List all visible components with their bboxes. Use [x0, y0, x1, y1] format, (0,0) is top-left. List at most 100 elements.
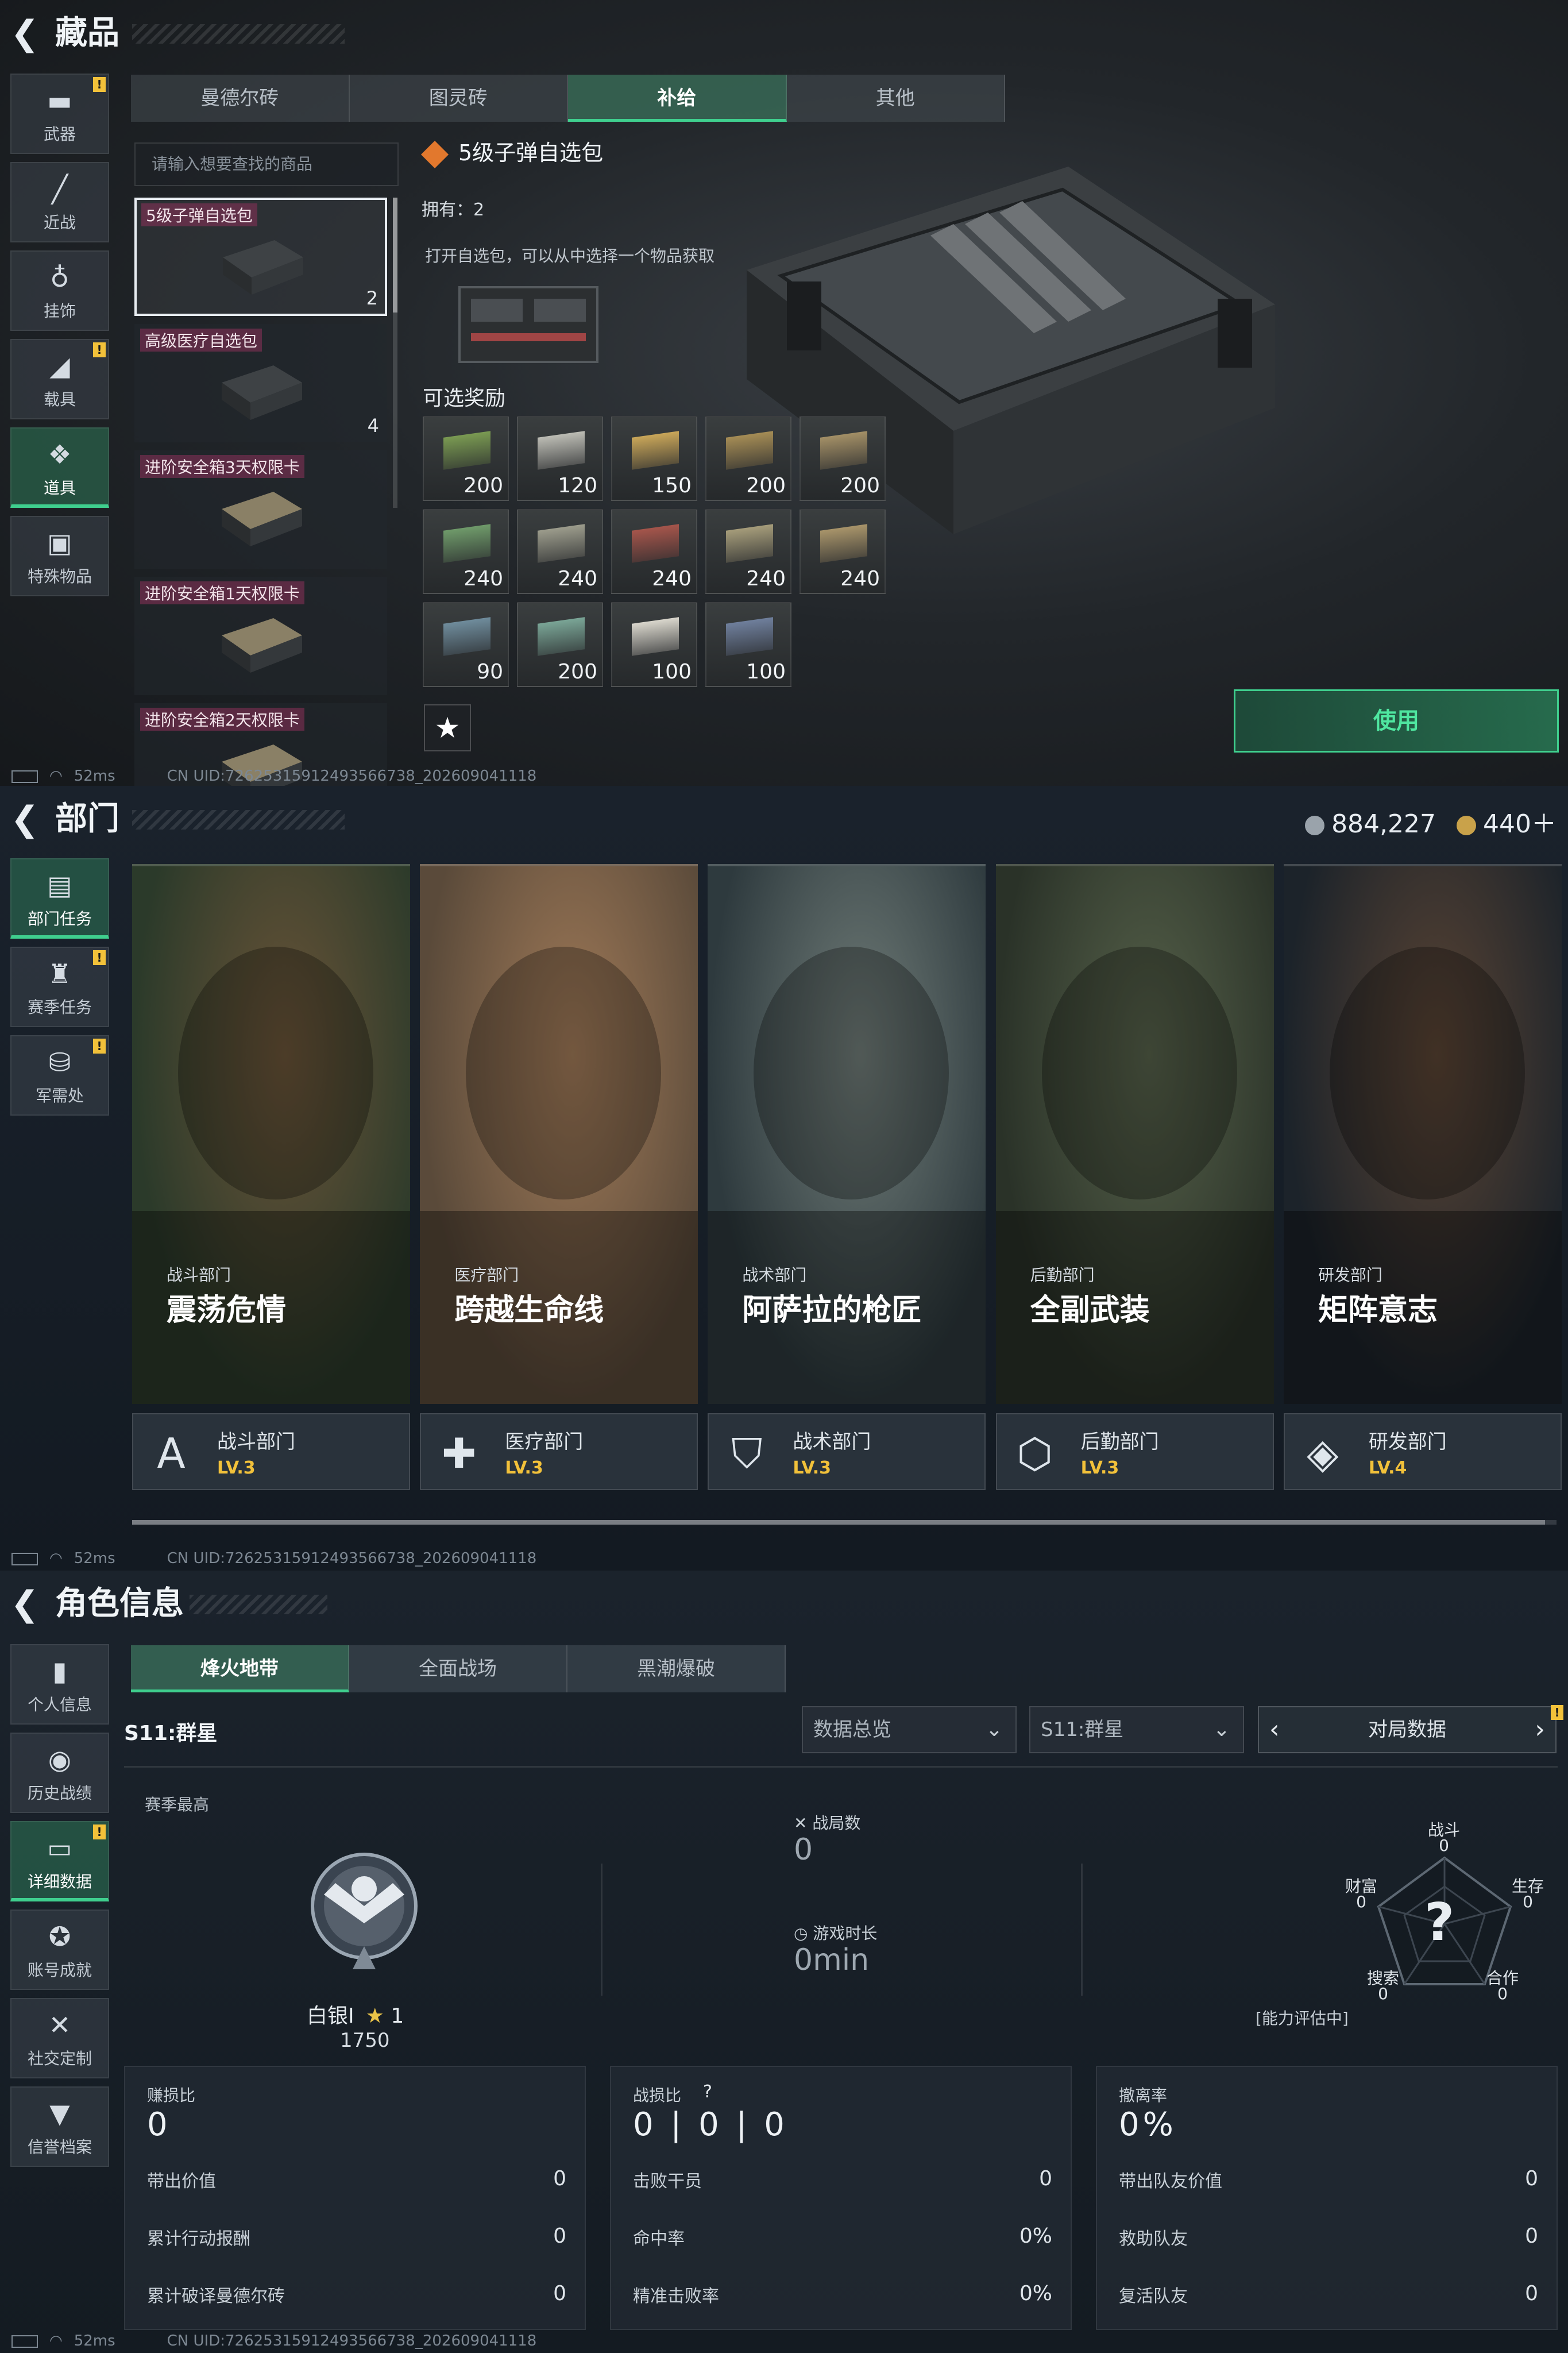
chevron-down-icon: ⌄ — [1212, 1718, 1230, 1741]
search-input[interactable]: 请输入想要查找的商品 — [134, 142, 399, 186]
list-item[interactable]: 5级子弹自选包 2 — [134, 198, 387, 316]
list-item-image — [223, 240, 303, 295]
season-dropdown[interactable]: S11:群星 ⌄ — [1029, 1706, 1244, 1753]
reward-cell[interactable]: 240 — [611, 509, 697, 594]
sidebar-item-2[interactable]: ♁ 挂饰 — [10, 250, 109, 331]
stat-row: 复活队友 0 — [1119, 2282, 1538, 2307]
sidebar-item-1[interactable]: ◉ 历史战绩 — [10, 1733, 109, 1813]
reward-quantity: 150 — [652, 474, 692, 497]
reward-cell[interactable]: 200 — [800, 416, 886, 501]
department-card[interactable]: 后勤部门 全副武装 ⬡ 后勤部门 LV.3 — [995, 864, 1274, 1490]
silver-coin-icon — [1305, 816, 1325, 835]
tab-3[interactable]: 其他 — [787, 75, 1005, 122]
stat-row-label: 救助队友 — [1119, 2229, 1188, 2249]
list-scrollbar[interactable] — [393, 198, 397, 508]
rank-emblem-icon — [311, 1853, 418, 1969]
list-item-name: 进阶安全箱3天权限卡 — [140, 455, 304, 478]
department-name: 后勤部门 — [1080, 1430, 1159, 1453]
season-label: S11:群星 — [124, 1722, 218, 1745]
list-item[interactable]: 进阶安全箱3天权限卡 — [134, 450, 387, 569]
tab-1[interactable]: 图灵砖 — [350, 75, 568, 122]
reward-cell[interactable]: 100 — [705, 602, 791, 687]
reward-cell[interactable]: 200 — [705, 416, 791, 501]
reward-cell[interactable]: 120 — [517, 416, 603, 501]
reward-cell[interactable]: 200 — [423, 416, 509, 501]
card-title: 矩阵意志 — [1318, 1293, 1438, 1328]
sidebar-item-1[interactable]: ♜ 赛季任务! — [10, 947, 109, 1027]
use-button[interactable]: 使用 — [1234, 689, 1559, 753]
stat-row-value: 0 — [1525, 2167, 1538, 2190]
department-level-bar[interactable]: ⬡ 后勤部门 LV.3 — [995, 1413, 1274, 1490]
department-level-bar[interactable]: A 战斗部门 LV.3 — [132, 1413, 410, 1490]
reward-quantity: 240 — [464, 567, 503, 591]
chevron-right-icon[interactable]: › — [1535, 1707, 1545, 1752]
sidebar-item-0[interactable]: ▤ 部门任务 — [10, 858, 109, 939]
reward-quantity: 200 — [746, 474, 786, 497]
sidebar-item-5[interactable]: ▣ 特殊物品 — [10, 516, 109, 596]
sidebar-item-3[interactable]: ◢ 载具! — [10, 339, 109, 419]
tab-0[interactable]: 曼德尔砖 — [131, 75, 350, 122]
sidebar-item-3[interactable]: ✪ 账号成就 — [10, 1910, 109, 1990]
stat-box-value: 0 | 0 | 0 — [633, 2106, 788, 2143]
sidebar-item-2[interactable]: ⛁ 军需处! — [10, 1035, 109, 1116]
back-icon[interactable]: ❮ — [10, 802, 45, 836]
stat-row-label: 带出价值 — [147, 2171, 216, 2192]
reward-cell[interactable]: 240 — [423, 509, 509, 594]
department-card[interactable]: 战术部门 阿萨拉的枪匠 ⛉ 战术部门 LV.3 — [708, 864, 986, 1490]
wifi-icon: ◠ — [49, 1550, 63, 1567]
sidebar-item-4[interactable]: ✕ 社交定制 — [10, 1998, 109, 2078]
tab-2[interactable]: 黑潮爆破 — [567, 1645, 786, 1692]
achievement-icon: ✪ — [48, 1921, 71, 1952]
reward-cell[interactable]: 100 — [611, 602, 697, 687]
list-item[interactable]: 进阶安全箱1天权限卡 — [134, 577, 387, 695]
department-card[interactable]: 战斗部门 震荡危情 A 战斗部门 LV.3 — [132, 864, 410, 1490]
battery-icon — [11, 770, 38, 783]
department-level-bar[interactable]: ✚ 医疗部门 LV.3 — [420, 1413, 698, 1490]
sidebar-item-4[interactable]: ❖ 道具 — [10, 427, 109, 508]
header-stripe — [190, 1595, 327, 1614]
reward-cell[interactable]: 150 — [611, 416, 697, 501]
tab-0[interactable]: 烽火地带 — [131, 1645, 349, 1692]
sidebar-item-0[interactable]: ▮ 个人信息 — [10, 1644, 109, 1725]
back-icon[interactable]: ❮ — [10, 16, 45, 51]
sidebar-item-2[interactable]: ▭ 详细数据! — [10, 1821, 109, 1901]
list-item[interactable]: 高级医疗自选包 4 — [134, 324, 387, 442]
reward-cell[interactable]: 240 — [705, 509, 791, 594]
playtime-label: ◷ 游戏时长 — [794, 1924, 878, 1943]
horizontal-scrollbar[interactable] — [132, 1520, 1557, 1525]
sidebar-item-1[interactable]: ╱ 近战 — [10, 162, 109, 242]
reward-cell[interactable]: 200 — [517, 602, 603, 687]
back-icon[interactable]: ❮ — [10, 1587, 45, 1621]
radar-note: [能力评估中] — [1256, 2009, 1349, 2028]
sidebar-item-label: 挂饰 — [43, 302, 76, 321]
overview-dropdown[interactable]: 数据总览 ⌄ — [802, 1706, 1017, 1753]
reward-cell[interactable]: 240 — [517, 509, 603, 594]
stat-boxes: 赚损比 0 带出价值 0 累计行动报酬 0 累计破译曼德尔砖 0 战损比? 0 | 0 | 0 击败… — [124, 2066, 1558, 2330]
header-stripe — [132, 810, 345, 830]
department-level-bar[interactable]: ◈ 研发部门 LV.4 — [1283, 1413, 1562, 1490]
sidebar-item-0[interactable]: ▬ 武器! — [10, 74, 109, 154]
rarity-diamond-icon — [420, 140, 449, 168]
department-card[interactable]: 医疗部门 跨越生命线 ✚ 医疗部门 LV.3 — [420, 864, 698, 1490]
reward-grid: 200 120 150 200 200 240 240 240 240 240 90 200 100 10… — [423, 416, 886, 687]
reward-cell[interactable]: 90 — [423, 602, 509, 687]
reward-quantity: 200 — [464, 474, 503, 497]
card-subtitle: 后勤部门 — [1030, 1266, 1095, 1284]
favorite-star-icon[interactable]: ★ — [424, 704, 471, 751]
sidebar-item-label: 个人信息 — [27, 1695, 92, 1714]
mode-tabs: 烽火地带 全面战场 黑潮爆破 — [131, 1645, 786, 1692]
stat-row-value: 0 — [553, 2224, 566, 2248]
tab-2[interactable]: 补给 — [568, 75, 787, 122]
reward-cell[interactable]: 240 — [800, 509, 886, 594]
department-card[interactable]: 研发部门 矩阵意志 ◈ 研发部门 LV.4 — [1283, 864, 1562, 1490]
tab-1[interactable]: 全面战场 — [349, 1645, 567, 1692]
stat-row-value: 0 — [553, 2167, 566, 2190]
sidebar-item-label: 军需处 — [35, 1086, 84, 1105]
reward-quantity: 240 — [840, 567, 880, 591]
chevron-left-icon[interactable]: ‹ — [1269, 1707, 1280, 1752]
card-subtitle: 医疗部门 — [454, 1266, 519, 1284]
gold-coin-icon — [1457, 816, 1477, 835]
help-icon[interactable]: ? — [703, 2082, 712, 2102]
department-level-bar[interactable]: ⛉ 战术部门 LV.3 — [708, 1413, 986, 1490]
sidebar-item-5[interactable]: ▼ 信誉档案 — [10, 2086, 109, 2167]
